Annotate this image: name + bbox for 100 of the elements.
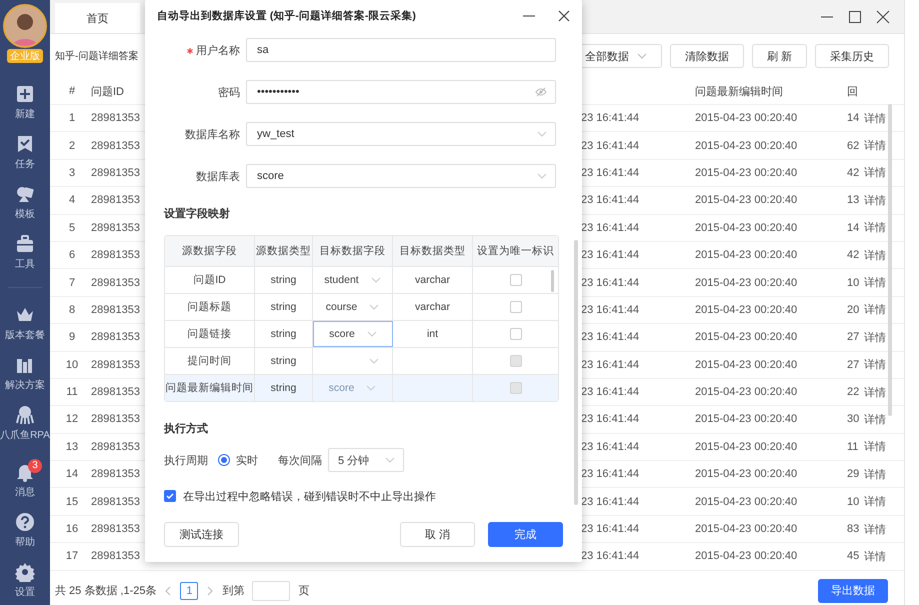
table-cell-text: 2015-04-23 00:20:40 (695, 166, 798, 179)
table-cell-text: 28981353 (90, 440, 141, 453)
field-label: 数据库表 (195, 170, 240, 184)
table-cell: string (255, 321, 313, 347)
details-link[interactable]: 详情 (862, 384, 894, 400)
table-cell-text: 20 (847, 304, 860, 316)
chevron-down-icon (366, 331, 377, 337)
table-cell-text: 28981353 (90, 413, 141, 426)
details-link[interactable]: 详情 (862, 275, 894, 290)
column-header: # (68, 85, 76, 97)
details-link[interactable]: 详情 (862, 412, 894, 427)
tab[interactable]: 首页 (55, 3, 140, 33)
column-header: 源数据字段 (165, 236, 255, 266)
target-field-select[interactable]: course (313, 294, 393, 320)
confirm-button[interactable]: 完成 (488, 522, 563, 547)
table-cell-text: 11 (847, 440, 860, 453)
table-cell-text: 30 (847, 413, 860, 426)
scrollbar-thumb[interactable] (888, 104, 892, 416)
export-button[interactable]: 导出数据 (818, 578, 888, 603)
chevron-down-icon (385, 457, 395, 463)
table-cell-text: 3 (68, 166, 76, 179)
table-cell-text: 23 16:41:44 (581, 496, 640, 508)
sidebar-item[interactable]: 解决方案 (0, 348, 50, 398)
details-link[interactable]: 详情 (862, 220, 894, 236)
details-link[interactable]: 详情 (862, 248, 894, 263)
checkbox[interactable] (510, 274, 522, 286)
chevron-left-icon[interactable] (164, 586, 172, 596)
table-cell-text: 2015-04-23 00:20:40 (695, 413, 798, 426)
sidebar-item[interactable]: 任务 (0, 127, 50, 177)
close-icon[interactable] (876, 10, 890, 24)
checkbox[interactable] (510, 301, 522, 313)
toolbar-button[interactable]: 刷 新 (752, 44, 807, 68)
details-link[interactable]: 详情 (862, 302, 894, 318)
page-number[interactable]: 1 (180, 582, 198, 600)
details-link[interactable]: 详情 (862, 357, 894, 372)
sidebar-item[interactable]: 版本套餐 (0, 298, 50, 348)
details-link[interactable]: 详情 (862, 439, 894, 454)
sidebar-item[interactable]: 消息 3 (0, 455, 50, 505)
scrollbar-thumb[interactable] (574, 240, 578, 505)
target-field-select[interactable]: student (313, 267, 393, 293)
details-link[interactable]: 详情 (862, 330, 894, 345)
table-cell-text: 23 16:41:44 (581, 166, 640, 179)
close-icon[interactable] (558, 10, 570, 22)
table-cell: varchar (414, 274, 450, 286)
table-cell-text: 8 (68, 304, 76, 316)
notification-badge: 3 (28, 459, 42, 473)
page-input[interactable] (252, 580, 290, 601)
details-link[interactable]: 详情 (862, 165, 894, 180)
interval-select[interactable]: 5 分钟 (328, 448, 404, 472)
table-cell-text: 23 16:41:44 (581, 386, 640, 398)
field-label: 用户名称 (164, 42, 240, 58)
select-field[interactable]: score (246, 164, 556, 188)
details-link[interactable]: 详情 (862, 494, 894, 510)
sidebar-item[interactable]: 八爪鱼RPA (0, 398, 50, 448)
sidebar-icon (15, 404, 35, 424)
details-link[interactable]: 详情 (862, 192, 894, 208)
chevron-right-icon[interactable] (206, 586, 214, 596)
dialog-button[interactable]: 取 消 (400, 522, 475, 547)
table-cell-text: 13 (64, 440, 80, 453)
details-link[interactable]: 详情 (862, 138, 894, 154)
input-field[interactable]: sa (246, 38, 556, 62)
page-suffix: 页 (298, 584, 310, 598)
toolbar-button[interactable]: 采集历史 (815, 44, 889, 68)
details-link[interactable]: 详情 (862, 466, 894, 482)
table-cell-text: 2015-04-23 00:20:40 (695, 249, 798, 262)
eye-off-icon[interactable] (535, 87, 547, 97)
table-cell: 问题链接 (165, 321, 255, 347)
table-cell-text: 2015-04-23 00:20:40 (695, 304, 798, 316)
dialog-button[interactable]: 测试连接 (164, 522, 239, 547)
chevron-down-icon (537, 173, 547, 179)
table-cell-text: 23 16:41:44 (581, 550, 640, 562)
table-cell-text: 28981353 (90, 222, 141, 234)
table-cell: 问题ID (165, 267, 255, 293)
table-cell-text: 28981353 (90, 358, 141, 371)
details-link[interactable]: 详情 (862, 548, 894, 564)
details-link[interactable]: 详情 (862, 522, 894, 537)
table-cell-text: 23 16:41:44 (581, 249, 640, 262)
sidebar-item[interactable]: 设置 (0, 555, 50, 605)
sidebar-item[interactable]: 模板 (0, 177, 50, 227)
radio-button[interactable] (218, 454, 230, 466)
target-field-select[interactable]: score (313, 321, 393, 347)
table-cell-text: 2015-04-23 00:20:40 (695, 550, 798, 562)
table-cell-text: 2 (68, 140, 76, 152)
table-cell-text: 5 (68, 222, 76, 234)
radio-label: 实时 (236, 454, 258, 468)
details-link[interactable]: 详情 (862, 110, 894, 126)
sidebar-item[interactable]: 帮助 (0, 505, 50, 555)
maximize-icon[interactable] (848, 10, 862, 24)
sidebar-item[interactable]: 新建 (0, 77, 50, 127)
select-field[interactable]: yw_test (246, 122, 556, 146)
toolbar-button[interactable]: 清除数据 (670, 44, 744, 68)
checkbox[interactable] (510, 328, 522, 340)
table-cell-text: 29 (847, 468, 860, 480)
table-cell-text: 45 (847, 550, 860, 562)
column-header: 目标数据字段 (313, 236, 393, 266)
checkbox[interactable] (164, 490, 176, 502)
table-cell: string (255, 375, 313, 401)
scrollbar-thumb[interactable] (551, 270, 554, 292)
sidebar-item[interactable]: 工具 (0, 227, 50, 277)
password-field[interactable]: ••••••••••• (246, 80, 556, 104)
